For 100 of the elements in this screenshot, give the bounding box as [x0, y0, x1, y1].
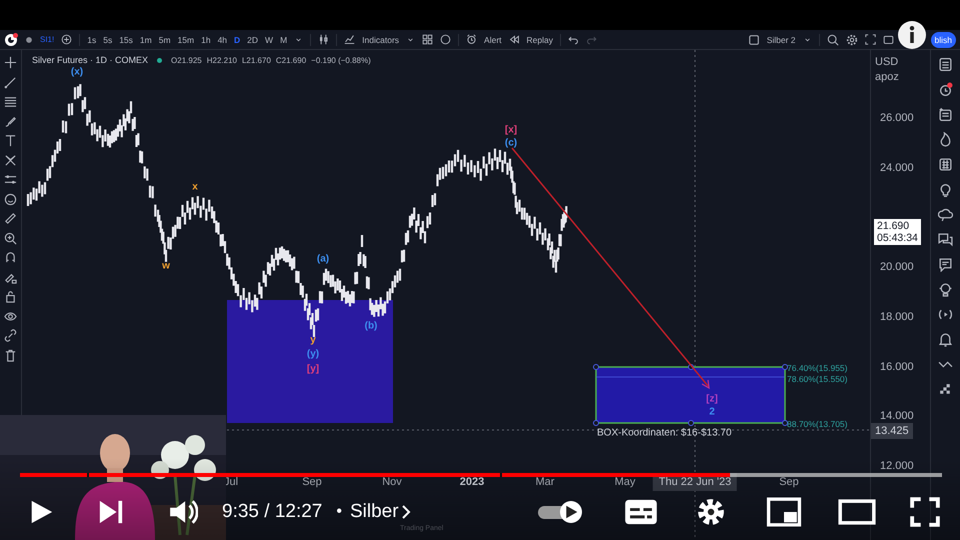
undo-icon[interactable]	[568, 34, 579, 45]
price-axis-label: 14.000	[880, 410, 914, 422]
replay-button[interactable]: Replay	[526, 34, 553, 44]
logo-icon[interactable]	[4, 32, 18, 46]
bulb-icon[interactable]	[938, 182, 953, 197]
magnet-icon[interactable]	[4, 251, 17, 264]
symbol-label[interactable]: SI1!	[40, 35, 54, 44]
publish-button[interactable]: blish	[930, 32, 956, 48]
alert-icon[interactable]	[466, 34, 478, 45]
wave-label: [x]	[504, 124, 518, 136]
interval-tab[interactable]: 15s	[119, 34, 133, 44]
pattern-icon[interactable]	[4, 154, 17, 166]
price-axis-label: 26.000	[880, 112, 914, 124]
box-note: BOX-Koordinaten: $16-$13.70	[597, 428, 732, 438]
layouts-icon[interactable]	[422, 34, 434, 45]
fib-level-label: 78.60%(15.550)	[787, 374, 848, 384]
layout-square-icon[interactable]	[748, 34, 760, 46]
separator-dot: •	[336, 503, 342, 521]
camera-icon[interactable]	[882, 34, 894, 45]
ohlc-value: L21.670	[242, 56, 271, 64]
target-zone[interactable]	[227, 300, 393, 423]
wave-label: [z]	[706, 394, 718, 404]
zoom-icon[interactable]	[4, 232, 17, 244]
trend-line-icon[interactable]	[4, 76, 17, 88]
status-dot	[157, 58, 162, 62]
smiley-icon[interactable]	[4, 192, 17, 206]
fullscreen-icon[interactable]	[864, 34, 876, 45]
wave-label: 2	[709, 406, 715, 418]
add-list-icon[interactable]	[938, 107, 953, 122]
replay-icon[interactable]	[508, 34, 520, 45]
stream-icon[interactable]	[938, 307, 953, 322]
trash-icon[interactable]	[4, 348, 17, 362]
time-axis-label: Sep	[779, 476, 799, 488]
progress-track[interactable]	[20, 473, 942, 477]
alarm-clock-icon[interactable]	[938, 82, 953, 97]
currency-label[interactable]: USD	[875, 56, 898, 68]
wave-label: w	[162, 260, 170, 272]
price-axis-label: 18.000	[880, 311, 914, 323]
time-axis-label: Mar	[536, 476, 554, 488]
interval-tab[interactable]: 5m	[158, 34, 171, 44]
autoplay-toggle[interactable]	[536, 501, 584, 523]
interval-tab[interactable]: 1h	[201, 34, 211, 44]
interval-tab[interactable]: 5s	[103, 34, 112, 44]
layout-name[interactable]: Silber 2	[766, 34, 796, 44]
interval-tab[interactable]: 1s	[87, 34, 96, 44]
wave-label: [y]	[306, 364, 320, 374]
settings-icon[interactable]	[846, 34, 858, 46]
lock-icon[interactable]	[4, 290, 17, 303]
interval-tab[interactable]: 15m	[178, 34, 194, 44]
chapter-title[interactable]: Silber	[350, 501, 399, 523]
fib-level-label: 76.40%(15.955)	[787, 363, 848, 373]
search-icon[interactable]	[826, 34, 839, 46]
wave-label: (a)	[316, 254, 330, 264]
interval-tab[interactable]: 1m	[140, 34, 152, 44]
link-icon[interactable]	[4, 329, 17, 342]
fib-level-label: 88.70%(13.705)	[787, 419, 848, 429]
interval-tab[interactable]: M	[280, 34, 288, 44]
interval-tab[interactable]: 2D	[247, 34, 258, 44]
price-axis-label: 24.000	[880, 162, 914, 174]
symbol-avatar-icon	[25, 36, 33, 44]
cloud-chat-icon[interactable]	[938, 207, 953, 222]
fibonacci-box[interactable]	[593, 364, 788, 426]
settings-icon[interactable]	[696, 497, 726, 527]
info-icon[interactable]	[898, 21, 926, 49]
time-axis-label: May	[614, 476, 636, 488]
candles-icon[interactable]	[318, 34, 330, 45]
interval-tab[interactable]: W	[265, 34, 274, 44]
trend-arrow[interactable]	[511, 148, 710, 390]
wave-label: (b)	[364, 320, 378, 332]
dots-grid-icon[interactable]	[938, 382, 953, 397]
time-axis-label: 2023	[460, 476, 484, 488]
add-symbol-icon[interactable]	[61, 34, 72, 45]
unit-label[interactable]: apoz	[875, 71, 899, 83]
interval-tab[interactable]: D	[234, 34, 240, 44]
ohlc-value: C21.690	[276, 56, 306, 64]
time-axis-label: Nov	[382, 476, 402, 488]
brush-icon[interactable]	[4, 114, 17, 128]
price-axis-label: 20.000	[880, 261, 914, 273]
video-time: 9:35 / 12:27	[222, 501, 322, 523]
interval-tab[interactable]: 4h	[218, 34, 228, 44]
crosshair-price: 13.425	[871, 423, 913, 439]
chats-icon[interactable]	[938, 232, 953, 247]
ohlc-value: −0.190 (−0.88%)	[311, 56, 371, 64]
messages-icon[interactable]	[938, 257, 953, 272]
text-tool-icon[interactable]	[4, 134, 17, 147]
indicators-icon[interactable]	[344, 34, 356, 45]
watchlist-icon[interactable]	[938, 57, 953, 72]
bell-icon[interactable]	[938, 332, 953, 347]
calendar-icon[interactable]	[938, 157, 953, 172]
symbol-title: Silver Futures · 1D · COMEX	[32, 55, 148, 65]
lines-icon[interactable]	[4, 95, 17, 108]
ohlc-value: O21.925	[171, 56, 202, 64]
indicators-button[interactable]: Indicators	[362, 34, 400, 44]
next-icon[interactable]	[98, 499, 124, 525]
ruler-icon[interactable]	[4, 212, 17, 225]
eye-icon[interactable]	[4, 310, 17, 322]
wave-label: x	[192, 182, 198, 192]
bar-countdown: 05:43:34	[877, 232, 918, 244]
alert-button[interactable]: Alert	[484, 34, 502, 44]
crosshair-icon[interactable]	[4, 56, 17, 69]
